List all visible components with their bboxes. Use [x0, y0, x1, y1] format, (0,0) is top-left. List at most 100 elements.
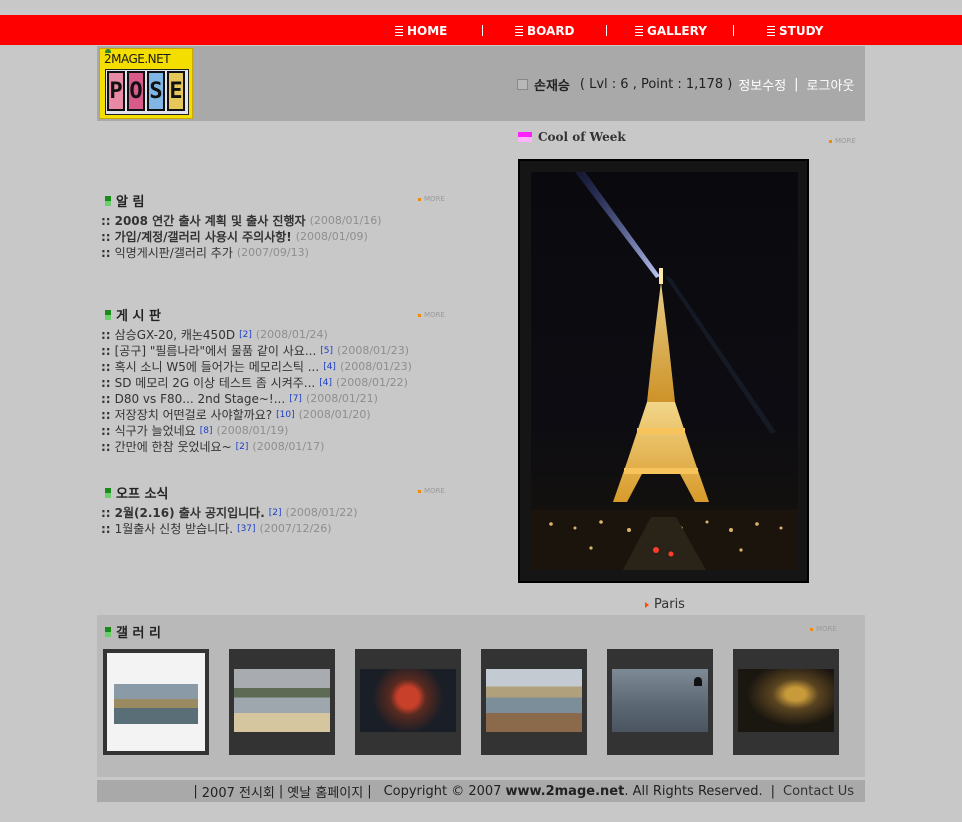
gallery-thumbnail[interactable] [355, 649, 461, 755]
footer-rights: . All Rights Reserved. [624, 783, 763, 799]
list-item[interactable]: :: 익명게시판/갤러리 추가 (2007/09/13) [101, 245, 382, 261]
notice-more-link[interactable]: MORE [418, 195, 445, 203]
comment-count: [10] [276, 410, 295, 420]
list-item-title[interactable]: 삼승GX-20, 캐논450D [115, 327, 235, 343]
list-item-title[interactable]: D80 vs F80... 2nd Stage~!... [115, 391, 286, 407]
featured-photo-frame [518, 159, 809, 583]
section-bullet-icon [105, 487, 111, 498]
gallery-thumbnail[interactable] [733, 649, 839, 755]
gallery-thumbnail[interactable] [229, 649, 335, 755]
edit-profile-link[interactable]: 정보수정 [738, 75, 786, 94]
off-news-section-title: 오프 소식 [105, 483, 168, 502]
site-logo[interactable]: 2MAGE.NET P O S E [99, 48, 193, 119]
section-bullet-icon [105, 309, 111, 320]
logo-letter: E [167, 71, 185, 111]
logo-site-name: 2MAGE.NET [104, 52, 171, 66]
featured-photo[interactable] [531, 172, 798, 570]
list-item[interactable]: :: 식구가 늘었네요 [8] (2008/01/19) [101, 423, 412, 439]
list-item[interactable]: :: 1월출사 신청 받습니다. [37] (2007/12/26) [101, 521, 358, 537]
caption-arrow-icon [645, 601, 649, 608]
gallery-thumbnail[interactable] [607, 649, 713, 755]
list-item-title[interactable]: 저장장치 어떤걸로 사야할까요? [115, 407, 273, 423]
list-item-title[interactable]: 가입/계정/갤러리 사용시 주의사항! [115, 229, 292, 245]
list-item-title[interactable]: [공구] "필름나라"에서 물품 같이 사요... [115, 343, 317, 359]
comment-count: [4] [323, 362, 336, 372]
list-item-date: (2008/01/21) [305, 392, 378, 405]
list-item-title[interactable]: 1월출사 신청 받습니다. [115, 521, 233, 537]
section-bullet-icon [105, 626, 111, 637]
list-item-title[interactable]: 혹시 소니 W5에 들어가는 메모리스틱 ... [115, 359, 320, 375]
list-bullet: :: [101, 246, 111, 260]
nav-bullet-icon [635, 25, 643, 37]
list-item-title[interactable]: 식구가 늘었네요 [115, 423, 196, 439]
list-item[interactable]: :: 2008 연간 출사 계획 및 출사 진행자 (2008/01/16) [101, 213, 382, 229]
list-item[interactable]: :: D80 vs F80... 2nd Stage~!... [7] (2008/0… [101, 391, 412, 407]
nav-gallery-label: GALLERY [647, 24, 707, 38]
nav-board[interactable]: BOARD [515, 23, 575, 39]
footer-old-homepage-link[interactable]: 옛날 홈페이지 [287, 782, 363, 801]
nav-divider [482, 25, 483, 36]
nav-study-label: STUDY [779, 24, 824, 38]
gallery-thumbnail-image [738, 669, 834, 732]
list-item[interactable]: :: 저장장치 어떤걸로 사야할까요? [10] (2008/01/20) [101, 407, 412, 423]
list-item-date: (2007/09/13) [236, 246, 309, 259]
list-item-date: (2008/01/22) [285, 506, 358, 519]
off-news-more-link[interactable]: MORE [418, 487, 445, 495]
list-item-title[interactable]: 익명게시판/갤러리 추가 [115, 245, 233, 261]
list-item-date: (2008/01/09) [295, 230, 368, 243]
nav-bullet-icon [515, 25, 523, 37]
section-bullet-icon [518, 132, 532, 142]
user-icon [517, 78, 528, 90]
nav-home[interactable]: HOME [395, 23, 447, 39]
list-item-date: (2007/12/26) [259, 522, 332, 535]
cool-more-link[interactable]: MORE [829, 137, 856, 145]
logo-letter: O [127, 71, 145, 111]
gallery-thumbnail[interactable] [103, 649, 209, 755]
more-label: MORE [424, 195, 445, 203]
list-item-date: (2008/01/20) [298, 408, 371, 421]
logo-letter: S [147, 71, 165, 111]
nav-study[interactable]: STUDY [767, 23, 823, 39]
nav-divider [733, 25, 734, 36]
nav-gallery[interactable]: GALLERY [635, 23, 707, 39]
footer-contact-link[interactable]: Contact Us [783, 784, 854, 799]
list-item-title[interactable]: 2008 연간 출사 계획 및 출사 진행자 [115, 213, 306, 229]
list-item-title[interactable]: SD 메모리 2G 이상 테스트 좀 시켜주... [115, 375, 316, 391]
logout-link[interactable]: 로그아웃 [807, 75, 855, 94]
list-item[interactable]: :: 삼승GX-20, 캐논450D [2] (2008/01/24) [101, 327, 412, 343]
photo-caption[interactable]: Paris [645, 597, 685, 612]
list-item[interactable]: :: [공구] "필름나라"에서 물품 같이 사요... [5] (2008/01/2… [101, 343, 412, 359]
list-item-title[interactable]: 간만에 한참 웃었네요~ [115, 439, 232, 455]
more-label: MORE [424, 311, 445, 319]
gallery-more-link[interactable]: MORE [810, 625, 837, 633]
list-bullet: :: [101, 230, 111, 244]
footer-exhibition-link[interactable]: 2007 전시회 [202, 782, 275, 801]
gallery-thumbnail-image [486, 669, 582, 732]
user-info: 손재승 ( Lvl : 6 , Point : 1,178 ) 정보수정 | 로… [517, 74, 854, 94]
eiffel-tower-image [531, 172, 798, 570]
footer-separator: | [367, 783, 372, 799]
more-dot-icon [829, 139, 832, 143]
notice-title: 알 림 [116, 195, 145, 210]
list-item[interactable]: :: SD 메모리 2G 이상 테스트 좀 시켜주... [4] (2008/01/2… [101, 375, 412, 391]
list-item[interactable]: :: 가입/계정/갤러리 사용시 주의사항! (2008/01/09) [101, 229, 382, 245]
comment-count: [4] [319, 378, 332, 388]
cool-of-week-title: Cool of Week [518, 130, 626, 144]
list-item[interactable]: :: 혹시 소니 W5에 들어가는 메모리스틱 ... [4] (2008/01/23… [101, 359, 412, 375]
gallery-thumbnail[interactable] [481, 649, 587, 755]
board-title: 게 시 판 [116, 309, 161, 324]
list-item-date: (2008/01/16) [309, 214, 382, 227]
notice-list: :: 2008 연간 출사 계획 및 출사 진행자 (2008/01/16) :: 가… [101, 213, 382, 261]
list-item-title[interactable]: 2월(2.16) 출사 공지입니다. [115, 505, 265, 521]
nav-home-label: HOME [407, 24, 448, 38]
board-more-link[interactable]: MORE [418, 311, 445, 319]
list-item-date: (2008/01/23) [339, 360, 412, 373]
more-label: MORE [835, 137, 856, 145]
cool-of-week-label: Cool of Week [538, 130, 626, 144]
list-item-date: (2008/01/24) [255, 328, 328, 341]
off-news-title: 오프 소식 [116, 487, 169, 502]
more-dot-icon [418, 197, 421, 201]
list-item[interactable]: :: 간만에 한참 웃었네요~ [2] (2008/01/17) [101, 439, 412, 455]
list-item[interactable]: :: 2월(2.16) 출사 공지입니다. [2] (2008/01/22) [101, 505, 358, 521]
board-section-title: 게 시 판 [105, 305, 161, 324]
